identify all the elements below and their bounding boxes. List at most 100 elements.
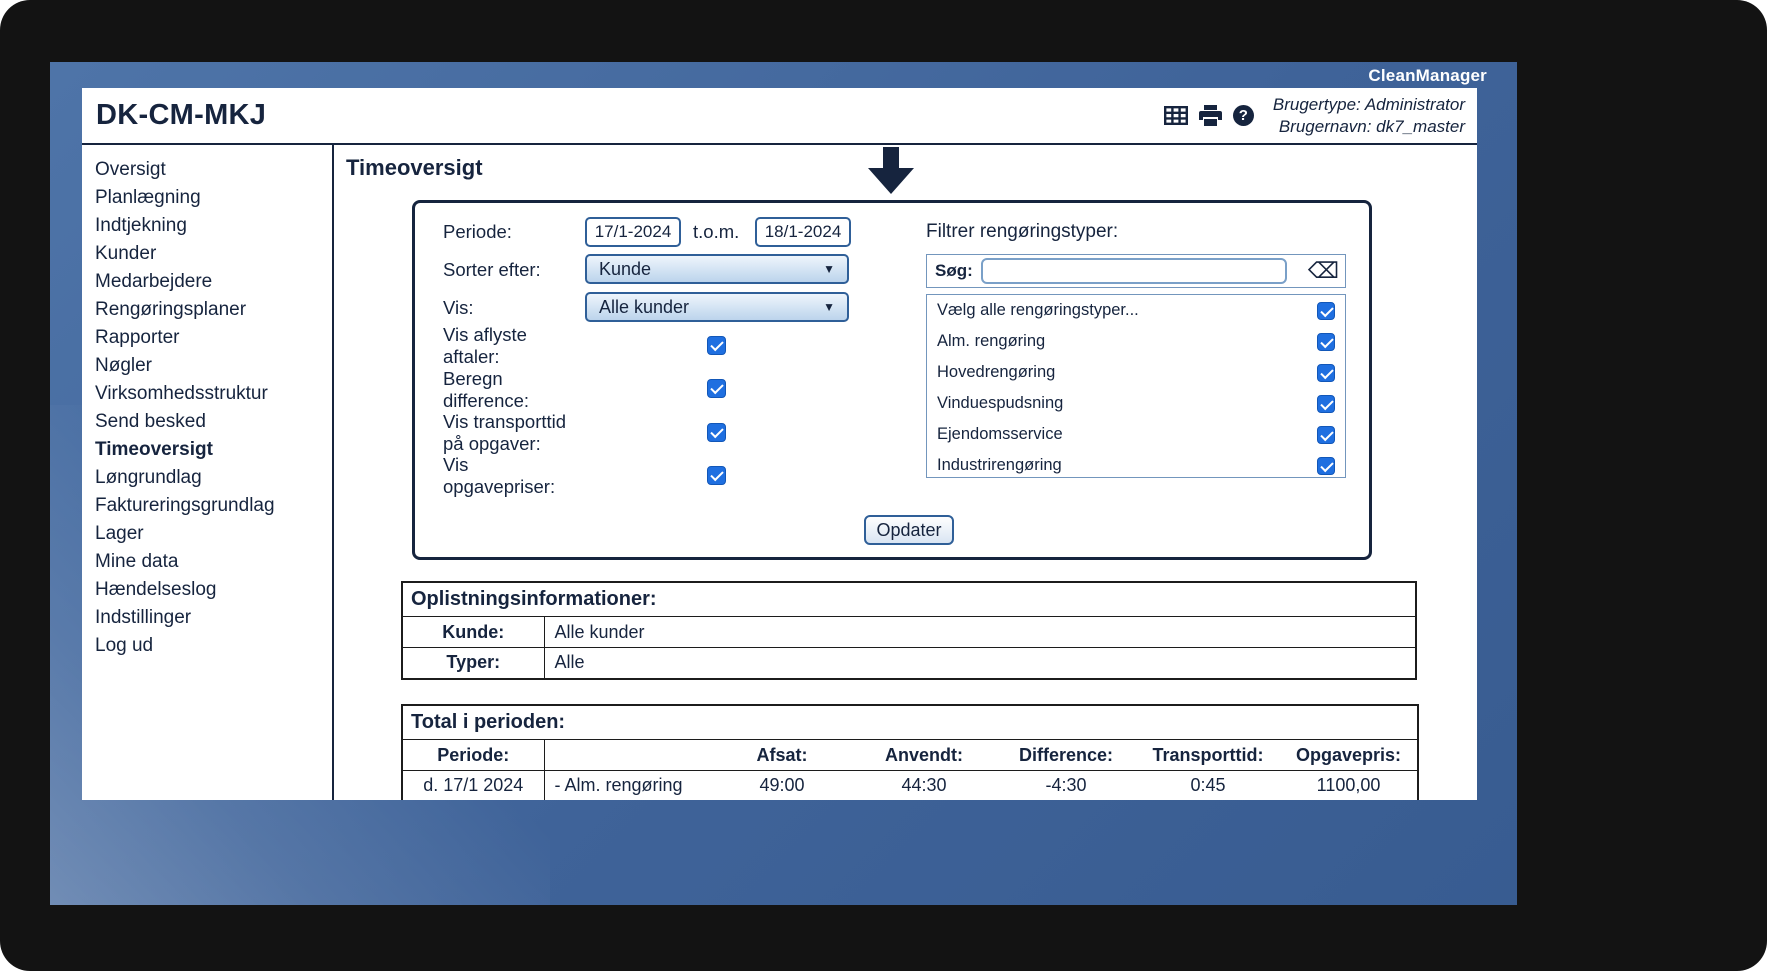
cell-anvendt: 44:30 xyxy=(901,775,947,796)
checkbox-vis-aflyste-aftaler[interactable] xyxy=(707,336,726,355)
table-grid-icon[interactable] xyxy=(1163,106,1188,125)
option-label-aflyste: Vis aflyste aftaler: xyxy=(443,324,527,367)
periode-to-input[interactable] xyxy=(755,217,851,247)
info-row-label: Typer: xyxy=(402,647,545,679)
periode-from-input[interactable] xyxy=(585,217,681,247)
type-option-alm-rengoering[interactable]: Alm. rengøring xyxy=(927,326,1345,357)
header-toolbar: ? Brugertype: Administrator Brugernavn: … xyxy=(1163,88,1465,143)
cell-difference: -4:30 xyxy=(1045,775,1087,796)
down-arrow-icon xyxy=(868,147,914,194)
checkbox-vis-opgavepriser[interactable] xyxy=(707,466,726,485)
vis-label: Vis: xyxy=(443,297,474,318)
sidebar-item-planlaegning[interactable]: Planlægning xyxy=(82,184,332,212)
type-option-label: Ejendomsservice xyxy=(937,425,1063,443)
cell-opgavepris: 1100,00 xyxy=(1316,775,1381,796)
search-label: Søg: xyxy=(935,261,973,280)
col-header-opgavepris: Opgavepris: xyxy=(1296,744,1402,765)
sidebar-item-medarbejdere[interactable]: Medarbejdere xyxy=(82,268,332,296)
type-option-label: Hovedrengøring xyxy=(937,363,1056,381)
sidebar-item-lager[interactable]: Lager xyxy=(82,520,332,548)
col-header-afsat: Afsat: xyxy=(756,744,808,765)
filter-panel: Periode: t.o.m. Sorter efter: Kunde ▼ Vi… xyxy=(412,200,1372,560)
user-type: Brugertype: Administrator xyxy=(1272,94,1465,114)
user-info: Brugertype: Administrator Brugernavn: dk… xyxy=(1273,94,1465,138)
sorter-label: Sorter efter: xyxy=(443,259,541,280)
search-bar: Søg: ⌫ xyxy=(926,254,1346,288)
table-row: d. 17/1 2024 - Alm. rengøring 49:00 44:3… xyxy=(402,770,1418,800)
checkbox-vis-transporttid[interactable] xyxy=(707,423,726,442)
option-label-transporttid: Vis transporttid på opgaver: xyxy=(443,411,567,454)
cell-type: - Alm. rengøring xyxy=(554,775,683,796)
sorter-select[interactable]: Kunde ▼ xyxy=(585,254,849,284)
main-content: Timeoversigt Periode: t.o.m. Sorter efte… xyxy=(336,145,1477,800)
col-header-periode: Periode: xyxy=(402,739,545,771)
type-checkbox[interactable] xyxy=(1317,332,1335,351)
page-title: Timeoversigt xyxy=(346,155,483,180)
clear-search-icon[interactable]: ⌫ xyxy=(1302,255,1345,287)
sidebar-item-timeoversigt[interactable]: Timeoversigt xyxy=(82,436,332,464)
table-row: Kunde: Alle kunder xyxy=(402,616,1416,648)
sidebar-item-indstillinger[interactable]: Indstillinger xyxy=(82,604,332,632)
printer-icon[interactable] xyxy=(1198,105,1222,126)
sidebar-item-send-besked[interactable]: Send besked xyxy=(82,408,332,436)
chevron-down-icon: ▼ xyxy=(823,300,835,314)
type-option-industrirengoering[interactable]: Industrirengøring xyxy=(927,450,1345,477)
desktop-background: CleanManager DK-CM-MKJ ? Brugertype: Adm… xyxy=(50,62,1517,905)
sidebar: Oversigt Planlægning Indtjekning Kunder … xyxy=(82,145,334,800)
info-row-label: Kunde: xyxy=(402,616,545,648)
type-option-vinduespudsning[interactable]: Vinduespudsning xyxy=(927,388,1345,419)
app-window: DK-CM-MKJ ? Brugertype: Administrator Br… xyxy=(82,88,1477,800)
periode-label: Periode: xyxy=(443,221,512,242)
device-frame: CleanManager DK-CM-MKJ ? Brugertype: Adm… xyxy=(0,0,1767,971)
type-checkbox[interactable] xyxy=(1317,394,1335,413)
table-row: Typer: Alle xyxy=(402,647,1416,679)
vis-select[interactable]: Alle kunder ▼ xyxy=(585,292,849,322)
checkbox-beregn-difference[interactable] xyxy=(707,379,726,398)
option-label-opgavepriser: Vis opgavepriser: xyxy=(443,454,556,497)
sidebar-item-kunder[interactable]: Kunder xyxy=(82,240,332,268)
brand-logo: CleanManager xyxy=(1368,66,1487,85)
col-header-type xyxy=(544,740,712,771)
option-label-difference: Beregn difference: xyxy=(443,368,530,411)
type-option-label: Vælg alle rengøringstyper... xyxy=(937,301,1139,319)
filter-types-label: Filtrer rengøringstyper: xyxy=(926,221,1119,242)
info-row-value: Alle kunder xyxy=(554,621,645,642)
sidebar-item-noegler[interactable]: Nøgler xyxy=(82,352,332,380)
app-header: DK-CM-MKJ ? Brugertype: Administrator Br… xyxy=(82,88,1477,145)
type-checkbox[interactable] xyxy=(1317,363,1335,382)
info-table-title: Oplistningsinformationer: xyxy=(411,588,657,610)
type-option-hovedrengoering[interactable]: Hovedrengøring xyxy=(927,357,1345,388)
sidebar-item-oversigt[interactable]: Oversigt xyxy=(82,156,332,184)
table-header-row: Periode: Afsat: Anvendt: Difference: Tra… xyxy=(402,739,1419,771)
col-header-difference: Difference: xyxy=(1018,744,1114,765)
sidebar-item-virksomhedsstruktur[interactable]: Virksomhedsstruktur xyxy=(82,380,332,408)
type-option-label: Alm. rengøring xyxy=(937,332,1046,350)
cell-periode: d. 17/1 2024 xyxy=(402,770,545,800)
type-checkbox[interactable] xyxy=(1317,425,1335,444)
sidebar-item-rengoeringsplaner[interactable]: Rengøringsplaner xyxy=(82,296,332,324)
sidebar-item-haendelseslog[interactable]: Hændelseslog xyxy=(82,576,332,604)
tom-label: t.o.m. xyxy=(693,221,740,242)
type-option-label: Industrirengøring xyxy=(937,456,1062,474)
search-input[interactable] xyxy=(980,258,1287,284)
type-option-ejendomsservice[interactable]: Ejendomsservice xyxy=(927,419,1345,450)
sidebar-item-loengrundlag[interactable]: Løngrundlag xyxy=(82,464,332,492)
cell-afsat: 49:00 xyxy=(759,775,805,796)
sidebar-item-rapporter[interactable]: Rapporter xyxy=(82,324,332,352)
help-icon[interactable]: ? xyxy=(1232,105,1254,126)
sidebar-item-indtjekning[interactable]: Indtjekning xyxy=(82,212,332,240)
total-table: Total i perioden: Periode: Afsat: Anvend… xyxy=(401,704,1420,800)
sidebar-item-faktureringsgrundlag[interactable]: Faktureringsgrundlag xyxy=(82,492,332,520)
type-filter-list: Vælg alle rengøringstyper... Alm. rengør… xyxy=(926,294,1346,478)
opdater-button[interactable]: Opdater xyxy=(864,515,954,545)
user-name: Brugernavn: dk7_master xyxy=(1278,116,1465,136)
col-header-anvendt: Anvendt: xyxy=(885,744,963,765)
type-option-select-all[interactable]: Vælg alle rengøringstyper... xyxy=(927,295,1345,326)
chevron-down-icon: ▼ xyxy=(823,262,835,276)
info-table: Oplistningsinformationer: Kunde: Alle ku… xyxy=(401,581,1417,680)
sidebar-item-mine-data[interactable]: Mine data xyxy=(82,548,332,576)
type-checkbox[interactable] xyxy=(1317,456,1335,475)
sidebar-item-log-ud[interactable]: Log ud xyxy=(82,632,332,660)
type-checkbox[interactable] xyxy=(1317,301,1335,320)
info-row-value: Alle xyxy=(554,652,585,673)
